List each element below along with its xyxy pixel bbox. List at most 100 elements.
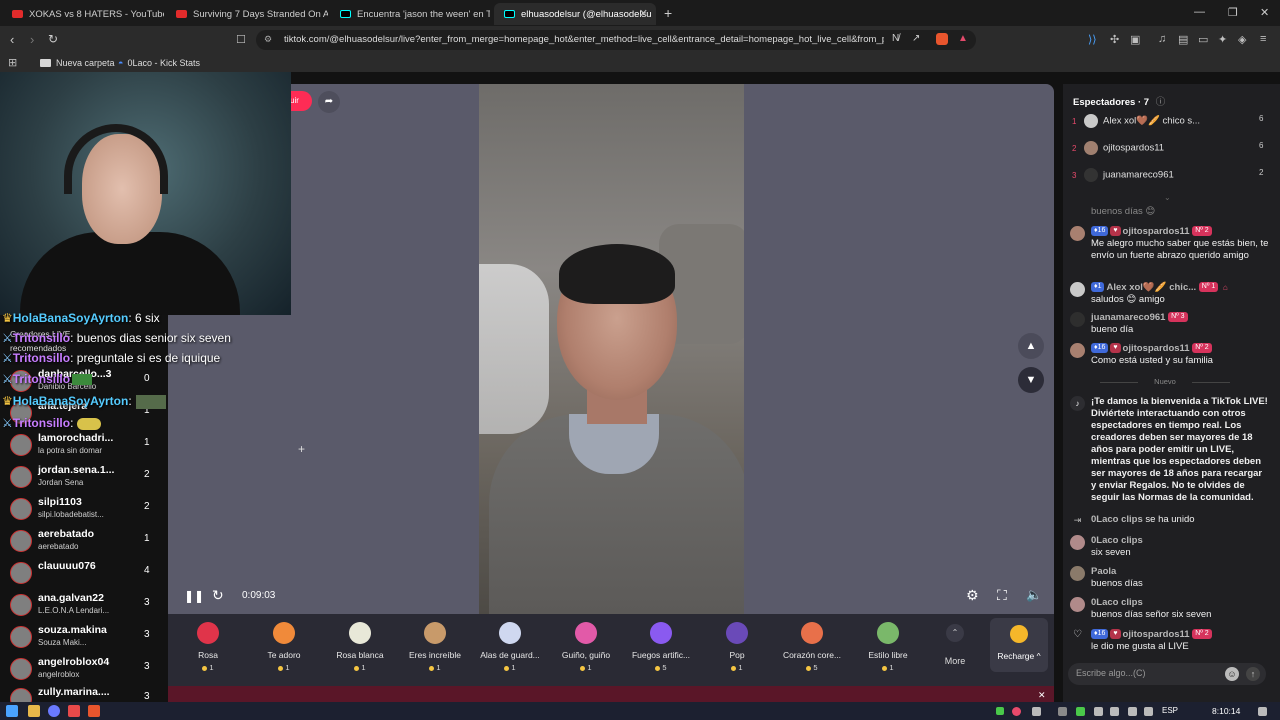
next-live-button[interactable]: ▼ <box>1018 367 1044 393</box>
creator-list-item[interactable]: jordan.sena.1... Jordan Sena 2 <box>10 464 160 494</box>
chat-username[interactable]: Alex xol🤎🥖 chic... <box>1106 282 1196 293</box>
input-language[interactable]: ESP <box>1162 706 1178 715</box>
music-icon[interactable]: ♫ <box>1158 33 1166 45</box>
tab-tiktok-search[interactable]: Encuentra 'jason the ween' en TikTok <box>330 3 490 25</box>
tray-icon[interactable] <box>1058 707 1067 716</box>
leo-ai-icon[interactable]: ✦ <box>1218 33 1227 46</box>
discord-icon[interactable] <box>48 705 60 717</box>
gift-guino-guino[interactable]: Guiño, guiño 1 <box>548 622 624 672</box>
tray-icon[interactable] <box>1110 707 1119 716</box>
share-icon[interactable]: ➦ <box>318 91 340 113</box>
gift-estilo-libre[interactable]: Estilo libre 1 <box>850 622 926 672</box>
creator-list-item[interactable]: aerebatado aerebatado 1 <box>10 528 160 558</box>
address-bar[interactable]: ⚙ tiktok.com/@elhuasodelsur/live?enter_f… <box>256 30 976 50</box>
viewer-row[interactable]: 1 Alex xol🤎🥖 chico s... 6 <box>1072 114 1268 128</box>
back-icon[interactable]: ‹ <box>10 32 14 47</box>
url-text[interactable]: tiktok.com/@elhuasodelsur/live?enter_fro… <box>284 34 884 45</box>
gift-eres-increible[interactable]: Eres increíble 1 <box>397 622 473 672</box>
chat-username[interactable]: 0Laco clips <box>1091 535 1143 546</box>
apps-grid-icon[interactable]: ⊞ <box>8 56 17 69</box>
bookmark-icon[interactable]: ☐ <box>236 33 246 46</box>
chat-username[interactable]: ojitospardos11 <box>1123 629 1190 640</box>
app-icon[interactable] <box>68 705 80 717</box>
recharge-button[interactable]: Recharge ^ <box>990 618 1048 672</box>
avatar[interactable] <box>1070 312 1085 327</box>
chat-username[interactable]: Paola <box>1091 566 1116 577</box>
extension-box-icon[interactable]: ▣ <box>1130 33 1140 46</box>
creator-list-item[interactable]: souza.makina Souza Maki... 3 <box>10 624 160 654</box>
share-icon[interactable]: ↗ <box>912 33 920 44</box>
reload-icon[interactable]: ↻ <box>48 32 58 46</box>
gift-te-adoro[interactable]: Te adoro 1 <box>246 622 322 672</box>
avatar[interactable] <box>1070 535 1085 550</box>
bluetooth-icon[interactable] <box>1094 707 1103 716</box>
creator-list-item[interactable]: ana.galvan22 L.E.O.N.A Lendari... 3 <box>10 592 160 622</box>
pause-icon[interactable]: ❚❚ <box>184 589 204 603</box>
chat-username[interactable]: ojitospardos11 <box>1123 226 1190 237</box>
previous-live-button[interactable]: ▲ <box>1018 333 1044 359</box>
gift-rosa-blanca[interactable]: Rosa blanca 1 <box>322 622 398 672</box>
gift-rosa[interactable]: Rosa 1 <box>170 622 246 672</box>
chat-input[interactable]: Escribe algo...(C) ☺ ↑ <box>1068 663 1266 685</box>
gift-pop[interactable]: Pop 1 <box>699 622 775 672</box>
creator-list-item[interactable]: lamorochadri... la potra sin domar 1 <box>10 432 160 462</box>
wallet-icon[interactable]: ▭ <box>1198 33 1208 46</box>
tab-tiktok-live[interactable]: elhuasodelsur (@elhuasodelsu ✕ <box>494 3 656 25</box>
info-icon[interactable]: ⓘ <box>1156 97 1166 108</box>
chat-username[interactable]: ojitospardos11 <box>1123 343 1190 354</box>
tab-youtube-xokas[interactable]: XOKAS vs 8 HATERS - YouTube <box>2 3 164 25</box>
bookmark-nueva-carpeta[interactable]: Nueva carpeta <box>40 58 115 68</box>
extension-icon[interactable]: ⟩⟩ <box>1088 33 1097 46</box>
avatar[interactable] <box>1070 226 1085 241</box>
system-clock[interactable]: 8:10:14 <box>1212 706 1240 716</box>
new-tab-button[interactable]: + <box>664 5 672 21</box>
rewards-icon[interactable]: ▲ <box>958 33 968 44</box>
network-icon[interactable] <box>1128 707 1137 716</box>
avatar[interactable] <box>1070 282 1085 297</box>
minimize-icon[interactable]: — <box>1194 6 1205 18</box>
tray-icon[interactable] <box>1012 707 1021 716</box>
puzzle-icon[interactable]: ✣ <box>1110 33 1119 46</box>
gift-alas-de-guardian[interactable]: Alas de guard... 1 <box>472 622 548 672</box>
menu-icon[interactable]: ≡ <box>1260 33 1266 45</box>
chat-username[interactable]: 0Laco clips <box>1091 597 1143 608</box>
windows-start-icon[interactable] <box>6 705 18 717</box>
refresh-icon[interactable]: ↻ <box>212 587 224 604</box>
creator-list-item[interactable]: zully.marina.... 3 <box>10 686 160 702</box>
file-explorer-icon[interactable] <box>28 705 40 717</box>
sidebar-icon[interactable]: ▤ <box>1178 33 1188 46</box>
creator-list-item[interactable]: clauuuu076 4 <box>10 560 160 590</box>
chat-username[interactable]: juanamareco961 <box>1091 312 1165 323</box>
avatar[interactable] <box>1070 343 1085 358</box>
no-cookie-icon[interactable]: N̸ <box>892 33 899 44</box>
volume-icon[interactable] <box>1144 707 1153 716</box>
forward-icon[interactable]: › <box>30 32 34 47</box>
close-promo-icon[interactable]: ✕ <box>1038 690 1046 701</box>
site-info-icon[interactable]: ⚙ <box>264 34 272 45</box>
gift-corazon-coreano[interactable]: Corazón core... 5 <box>774 622 850 672</box>
nvidia-icon[interactable] <box>1076 707 1085 716</box>
avatar[interactable] <box>1070 566 1085 581</box>
tray-icon[interactable] <box>996 707 1004 715</box>
viewer-row[interactable]: 3 juanamareco961 2 <box>1072 168 1268 182</box>
more-gifts-button[interactable]: ⌃ More <box>942 622 968 666</box>
tray-icon[interactable] <box>1032 707 1041 716</box>
volume-icon[interactable]: 🔈 <box>1026 587 1042 603</box>
settings-icon[interactable]: ⚙ <box>966 587 979 604</box>
chevron-down-icon[interactable]: ⌄ <box>1164 193 1171 202</box>
creator-list-item[interactable]: silpi1103 silpi.lobadebatist... 2 <box>10 496 160 526</box>
chat-username[interactable]: 0Laco clips <box>1091 514 1143 525</box>
emoji-icon[interactable]: ☺ <box>1225 667 1239 681</box>
fullscreen-icon[interactable]: ⛶ <box>997 587 1007 604</box>
notifications-icon[interactable] <box>1258 707 1267 716</box>
viewer-row[interactable]: 2 ojitospardos11 6 <box>1072 141 1268 155</box>
tab-youtube-surviving[interactable]: Surviving 7 Days Stranded On An Isla <box>166 3 328 25</box>
send-icon[interactable]: ↑ <box>1246 667 1260 681</box>
bookmark-kick-stats[interactable]: ◓ 0Laco - Kick Stats <box>118 58 200 68</box>
vpn-icon[interactable]: ◈ <box>1238 33 1246 46</box>
creator-list-item[interactable]: angelroblox04 angelroblox 3 <box>10 656 160 686</box>
close-window-icon[interactable]: ✕ <box>1260 6 1269 19</box>
close-tab-icon[interactable]: ✕ <box>639 7 648 20</box>
restore-icon[interactable]: ❐ <box>1228 6 1238 19</box>
avatar[interactable] <box>1070 597 1085 612</box>
